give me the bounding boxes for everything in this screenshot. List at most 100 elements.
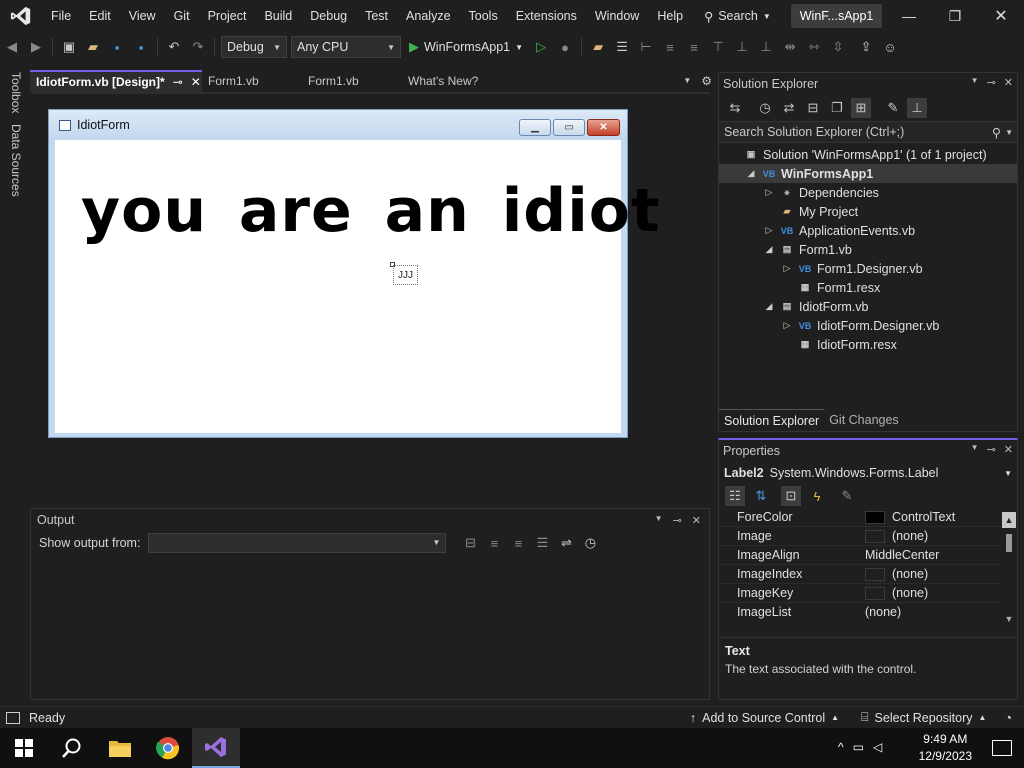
close-icon[interactable]: ✕: [1004, 443, 1013, 456]
close-icon[interactable]: ✕: [692, 514, 701, 527]
collapse-arrow-icon[interactable]: ◢: [763, 244, 775, 255]
minimize-button[interactable]: —: [886, 0, 932, 32]
tab-git-changes[interactable]: Git Changes: [824, 409, 903, 431]
pin-icon[interactable]: ⊸: [173, 71, 183, 93]
spacing-icon[interactable]: ⇿: [804, 37, 824, 57]
tab-whats-new[interactable]: What's New?: [402, 70, 522, 92]
taskbar-clock[interactable]: 9:49 AM 12/9/2023: [919, 731, 972, 765]
clock-icon[interactable]: ◷: [580, 533, 600, 553]
new-project-icon[interactable]: ▣: [59, 37, 79, 57]
tab-list-dropdown-icon[interactable]: ▼: [683, 70, 691, 92]
close-tab-icon[interactable]: ✕: [191, 71, 201, 93]
layout-icon[interactable]: ☰: [612, 37, 632, 57]
property-row[interactable]: ForeColor ControlText: [719, 508, 1001, 527]
menu-analyze[interactable]: Analyze: [397, 0, 459, 32]
save-all-icon[interactable]: ▪: [131, 37, 151, 57]
file-explorer-taskbar-button[interactable]: [96, 728, 144, 768]
switch-views-icon[interactable]: ⇆: [725, 98, 745, 118]
events-icon[interactable]: ϟ: [807, 486, 827, 506]
form-client-area[interactable]: you are an idiot: [55, 140, 660, 433]
alphabetical-icon[interactable]: ⇅: [751, 486, 771, 506]
expand-arrow-icon[interactable]: ▷: [763, 187, 775, 198]
menu-view[interactable]: View: [120, 0, 165, 32]
tree-item[interactable]: ◢ ▤ Form1.vb: [719, 240, 1017, 259]
expand-arrow-icon[interactable]: ▷: [763, 225, 775, 236]
same-size-icon[interactable]: ⇹: [780, 37, 800, 57]
source-control-button[interactable]: ↑ Add to Source Control ▲: [690, 711, 839, 725]
show-all-files-icon[interactable]: ⊞: [851, 98, 871, 118]
property-value[interactable]: ControlText: [865, 510, 955, 524]
scroll-up-arrow-icon[interactable]: ▲: [1002, 512, 1016, 528]
redo-icon[interactable]: ↷: [188, 37, 208, 57]
data-sources-tab[interactable]: Data Sources: [9, 124, 23, 197]
tree-item[interactable]: ▷ VB ApplicationEvents.vb: [719, 221, 1017, 240]
menu-project[interactable]: Project: [199, 0, 256, 32]
designer-form-idiotform[interactable]: IdiotForm ▁ ▭ ✕ you are an idiot: [48, 109, 660, 438]
close-icon[interactable]: ✕: [1004, 76, 1013, 89]
property-row[interactable]: Image (none): [719, 527, 1001, 546]
select-repository-button[interactable]: ⌸ Select Repository ▲: [861, 710, 986, 725]
visual-studio-taskbar-button[interactable]: [192, 728, 240, 768]
dropdown-icon[interactable]: ▼: [655, 514, 663, 527]
tree-item[interactable]: ▷ ⚹ Dependencies: [719, 183, 1017, 202]
tree-item[interactable]: ▣ Solution 'WinFormsApp1' (1 of 1 project…: [719, 145, 1017, 164]
align-middle-icon[interactable]: ⊥: [732, 37, 752, 57]
tab-idiotform-design[interactable]: IdiotForm.vb [Design]* ⊸ ✕: [30, 70, 202, 92]
align-right-icon[interactable]: ≡: [684, 37, 704, 57]
gear-icon[interactable]: ⚙: [701, 70, 712, 92]
menu-debug[interactable]: Debug: [301, 0, 356, 32]
wrench-icon[interactable]: ✎: [883, 98, 903, 118]
notifications-panel-icon[interactable]: [6, 711, 20, 724]
pin-icon[interactable]: ⊸: [987, 76, 996, 89]
search-button[interactable]: ⚲ Search ▼: [698, 4, 777, 28]
forward-icon[interactable]: ▶: [26, 37, 46, 57]
menu-extensions[interactable]: Extensions: [507, 0, 586, 32]
property-value[interactable]: (none): [865, 529, 928, 543]
scrollbar-thumb[interactable]: [1006, 534, 1012, 552]
pin-icon[interactable]: ⊸: [673, 514, 682, 527]
visual-studio-logo-icon[interactable]: [0, 0, 42, 32]
back-icon[interactable]: ◀: [2, 37, 22, 57]
tree-item[interactable]: ▦ IdiotForm.resx: [719, 335, 1017, 354]
solution-explorer-search-input[interactable]: Search Solution Explorer (Ctrl+;) ⚲ ▼: [719, 121, 1017, 143]
menu-file[interactable]: File: [42, 0, 80, 32]
undo-icon[interactable]: ↶: [164, 37, 184, 57]
property-grid-scrollbar[interactable]: ▲ ▼: [1002, 512, 1016, 628]
menu-tools[interactable]: Tools: [460, 0, 507, 32]
preview-icon[interactable]: ⊥: [907, 98, 927, 118]
copy-icon[interactable]: ❐: [827, 98, 847, 118]
properties-icon[interactable]: ⊡: [781, 486, 801, 506]
taskbar-search-button[interactable]: [48, 728, 96, 768]
menu-help[interactable]: Help: [648, 0, 692, 32]
tab-form1-vb-2[interactable]: Form1.vb: [302, 70, 402, 92]
action-center-icon[interactable]: [992, 740, 1012, 756]
expand-arrow-icon[interactable]: ▷: [781, 263, 793, 274]
dropdown-icon[interactable]: ▼: [971, 443, 979, 456]
tree-item[interactable]: ◢ VB WinFormsApp1: [719, 164, 1017, 183]
property-value[interactable]: (none): [865, 567, 928, 581]
collapse-arrow-icon[interactable]: ◢: [745, 168, 757, 179]
browse-folder-icon[interactable]: ▰: [588, 37, 608, 57]
dropdown-icon[interactable]: ▼: [971, 76, 979, 89]
start-without-debugging-icon[interactable]: ▷: [531, 37, 551, 57]
tab-solution-explorer[interactable]: Solution Explorer: [719, 409, 825, 431]
scroll-down-arrow-icon[interactable]: ▼: [1002, 614, 1016, 628]
collapse-all-icon[interactable]: ⊟: [803, 98, 823, 118]
tree-item[interactable]: ▷ VB Form1.Designer.vb: [719, 259, 1017, 278]
properties-object-select[interactable]: Label2 System.Windows.Forms.Label ▼: [719, 462, 1017, 484]
toolbox-tab[interactable]: Toolbox: [9, 72, 23, 113]
solution-configuration-select[interactable]: Debug ▼: [221, 36, 287, 58]
property-value[interactable]: (none): [865, 605, 901, 619]
property-value[interactable]: MiddleCenter: [865, 548, 939, 562]
clear-all-icon[interactable]: ☰: [532, 533, 552, 553]
tree-item[interactable]: ▰ My Project: [719, 202, 1017, 221]
vertical-spacing-icon[interactable]: ⇳: [828, 37, 848, 57]
property-row[interactable]: ImageKey (none): [719, 584, 1001, 603]
categorized-icon[interactable]: ☷: [725, 486, 745, 506]
maximize-button[interactable]: ❐: [932, 0, 978, 32]
close-button[interactable]: ✕: [978, 0, 1024, 32]
user-icon[interactable]: ☺: [880, 37, 900, 57]
align-center-icon[interactable]: ≡: [660, 37, 680, 57]
history-icon[interactable]: ◷: [755, 98, 775, 118]
menu-git[interactable]: Git: [165, 0, 199, 32]
